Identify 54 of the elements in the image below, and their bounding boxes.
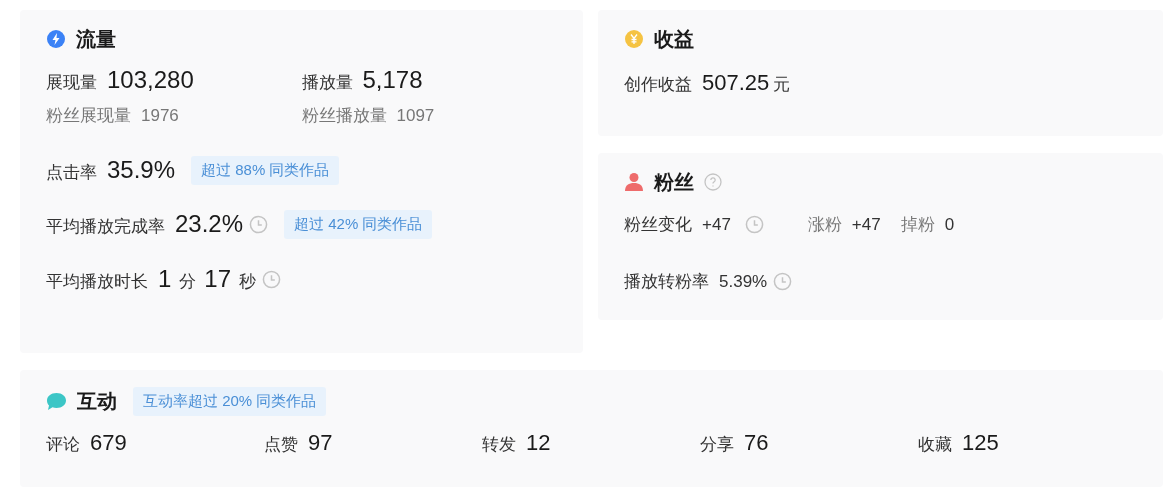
- metric-label: 掉粉: [900, 214, 935, 236]
- metric-label: 平均播放时长: [46, 271, 148, 293]
- ranking-badge: 互动率超过 20% 同类作品: [133, 386, 327, 416]
- metric-label: 展现量: [46, 72, 97, 94]
- metric-label: 评论: [46, 434, 80, 456]
- metric-value: 23.2%: [175, 210, 244, 238]
- help-icon[interactable]: [704, 173, 722, 191]
- ranking-badge: 超过 88% 同类作品: [191, 155, 340, 185]
- metric-value: 1976: [141, 106, 179, 126]
- history-icon[interactable]: [249, 214, 269, 234]
- metric-label: 点击率: [46, 162, 97, 184]
- metric-value: 679: [90, 430, 127, 456]
- history-icon[interactable]: [744, 215, 764, 234]
- section-title: 流量: [76, 26, 116, 52]
- metric-value: 0: [944, 215, 955, 235]
- metric-value: 17: [204, 265, 232, 293]
- metric-label: 分享: [700, 434, 734, 456]
- metric-label: 转发: [482, 434, 516, 456]
- metric-label: 点赞: [264, 434, 298, 456]
- metric-label: 粉丝变化: [624, 214, 692, 236]
- metric-value: 507.25: [702, 70, 770, 96]
- metric-label: 播放量: [301, 72, 353, 94]
- metric-value: 125: [962, 430, 999, 456]
- metric-value: 1: [158, 265, 172, 293]
- unit-label: 分: [179, 271, 197, 293]
- section-title: 收益: [654, 26, 694, 52]
- metric-label: 平均播放完成率: [46, 216, 165, 238]
- metric-value: 5,178: [362, 66, 423, 94]
- metric-value: 12: [526, 430, 551, 456]
- metric-value: 103,280: [107, 66, 194, 94]
- metric-label: 收藏: [918, 434, 952, 456]
- metric-value: 35.9%: [107, 156, 176, 184]
- metric-label: 涨粉: [807, 214, 842, 236]
- chat-bubble-icon: [46, 391, 67, 411]
- metric-value: +47: [851, 215, 881, 235]
- section-title: 互动: [77, 388, 117, 414]
- ranking-badge: 超过 42% 同类作品: [284, 209, 433, 239]
- metric-label: 粉丝播放量: [301, 105, 387, 127]
- metric-label: 播放转粉率: [624, 271, 709, 293]
- metric-value: 76: [744, 430, 769, 456]
- person-icon: [624, 172, 644, 192]
- metric-label: 粉丝展现量: [46, 105, 131, 127]
- unit-label: 秒: [239, 271, 257, 293]
- unit-label: 元: [773, 74, 791, 96]
- metric-value: +47: [702, 215, 731, 235]
- history-icon[interactable]: [773, 272, 793, 291]
- coin-icon: [624, 29, 644, 49]
- history-icon[interactable]: [262, 269, 282, 289]
- lightning-icon: [46, 29, 66, 49]
- section-title: 粉丝: [654, 169, 694, 195]
- metric-value: 97: [308, 430, 333, 456]
- metric-label: 创作收益: [624, 74, 692, 96]
- metric-value: 1097: [396, 106, 435, 126]
- metric-value: 5.39%: [719, 272, 768, 292]
